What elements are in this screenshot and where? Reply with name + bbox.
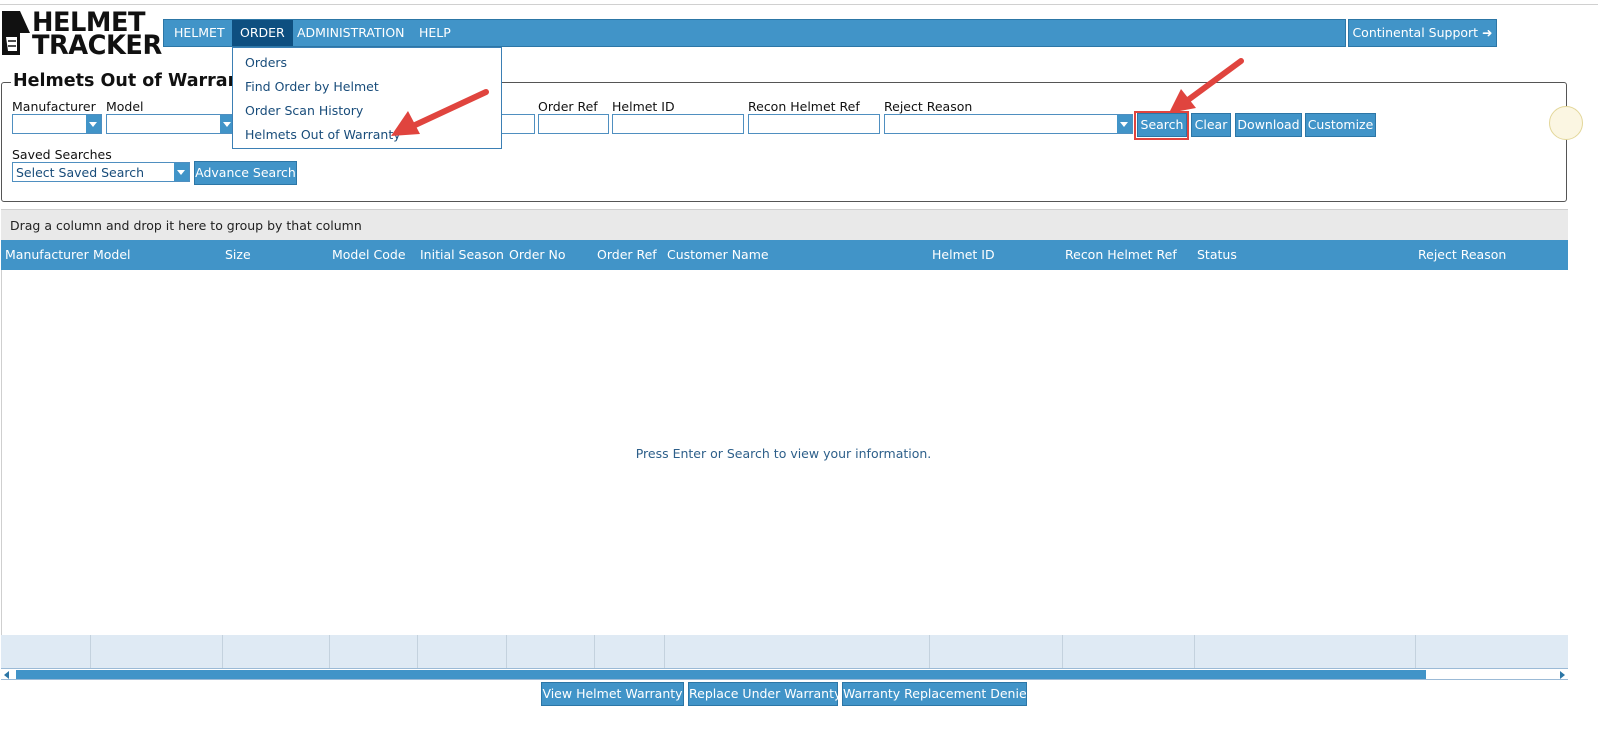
horizontal-scrollbar[interactable] xyxy=(1,668,1568,680)
menu-item-order-scan-history[interactable]: Order Scan History xyxy=(245,103,363,118)
menu-item-find-order-by-helmet[interactable]: Find Order by Helmet xyxy=(245,79,379,94)
column-header-size[interactable]: Size xyxy=(225,247,251,262)
column-header-reject-reason[interactable]: Reject Reason xyxy=(1418,247,1506,262)
nav-administration[interactable]: ADMINISTRATION xyxy=(289,20,413,46)
grid-header: Manufacturer Model Size Model Code Initi… xyxy=(1,240,1568,270)
side-badge-circle xyxy=(1549,106,1583,140)
advance-search-button[interactable]: Advance Search xyxy=(194,161,297,185)
order-dropdown-menu: Orders Find Order by Helmet Order Scan H… xyxy=(232,47,502,149)
warranty-replacement-denied-button[interactable]: Warranty Replacement Denied xyxy=(842,682,1035,706)
column-header-initial-season[interactable]: Initial Season xyxy=(420,247,504,262)
page-title: Helmets Out of Warranty xyxy=(11,71,262,91)
scrollbar-thumb[interactable] xyxy=(16,670,1426,679)
recon-helmet-ref-label: Recon Helmet Ref xyxy=(748,99,860,114)
column-header-model-code[interactable]: Model Code xyxy=(332,247,406,262)
manufacturer-label: Manufacturer xyxy=(12,99,96,114)
saved-searches-label: Saved Searches xyxy=(12,147,112,162)
model-label: Model xyxy=(106,99,144,114)
recon-helmet-ref-field[interactable] xyxy=(748,114,880,134)
column-header-manufacturer[interactable]: Manufacturer xyxy=(5,247,89,262)
chevron-down-icon[interactable] xyxy=(1117,115,1132,133)
chevron-down-icon[interactable] xyxy=(174,163,189,181)
chevron-down-icon[interactable] xyxy=(86,115,101,133)
group-by-bar[interactable]: Drag a column and drop it here to group … xyxy=(1,209,1568,240)
clear-button[interactable]: Clear xyxy=(1191,113,1231,137)
reject-reason-label: Reject Reason xyxy=(884,99,973,114)
group-by-hint: Drag a column and drop it here to group … xyxy=(10,218,362,233)
replace-under-warranty-button[interactable]: Replace Under Warranty xyxy=(688,682,841,706)
column-header-order-ref[interactable]: Order Ref xyxy=(597,247,657,262)
nav-help[interactable]: HELP xyxy=(411,20,459,46)
column-header-recon-helmet-ref[interactable]: Recon Helmet Ref xyxy=(1065,247,1177,262)
column-header-customer-name[interactable]: Customer Name xyxy=(667,247,769,262)
order-ref-label: Order Ref xyxy=(538,99,598,114)
model-select[interactable] xyxy=(106,114,236,134)
search-highlight-box xyxy=(1134,111,1189,140)
manufacturer-select[interactable] xyxy=(12,114,102,134)
view-helmet-warranty-button[interactable]: View Helmet Warranty xyxy=(541,682,684,706)
scroll-right-icon[interactable] xyxy=(1560,671,1565,679)
column-header-order-no[interactable]: Order No xyxy=(509,247,566,262)
nav-helmet[interactable]: HELMET xyxy=(166,20,233,46)
reject-reason-select[interactable] xyxy=(884,114,1133,134)
helmet-id-label: Helmet ID xyxy=(612,99,675,114)
order-ref-field[interactable] xyxy=(538,114,609,134)
menu-item-helmets-out-of-warranty[interactable]: Helmets Out of Warranty xyxy=(245,127,401,142)
grid-footer xyxy=(1,635,1568,668)
column-header-model[interactable]: Model xyxy=(93,247,131,262)
menu-item-orders[interactable]: Orders xyxy=(245,55,287,70)
download-button[interactable]: Download xyxy=(1235,113,1302,137)
logo-text-tracker: TRACKER xyxy=(32,30,162,61)
helmet-tracker-logo: HELMET TRACKER xyxy=(2,9,162,61)
nav-order[interactable]: ORDER xyxy=(232,20,293,46)
main-nav: HELMET ORDER ADMINISTRATION HELP xyxy=(163,19,1346,47)
saved-search-select[interactable]: Select Saved Search xyxy=(12,162,190,182)
top-divider xyxy=(0,4,1598,5)
helmet-logo-icon xyxy=(2,11,30,55)
order-no-field[interactable] xyxy=(498,114,535,134)
helmet-id-field[interactable] xyxy=(612,114,744,134)
column-header-status[interactable]: Status xyxy=(1197,247,1237,262)
continental-support-button[interactable]: Continental Support ➜ xyxy=(1348,19,1497,47)
scroll-left-icon[interactable] xyxy=(4,671,9,679)
customize-button[interactable]: Customize xyxy=(1305,113,1376,137)
saved-search-value: Select Saved Search xyxy=(16,165,145,180)
column-header-helmet-id[interactable]: Helmet ID xyxy=(932,247,995,262)
grid-empty-message: Press Enter or Search to view your infor… xyxy=(635,446,932,461)
